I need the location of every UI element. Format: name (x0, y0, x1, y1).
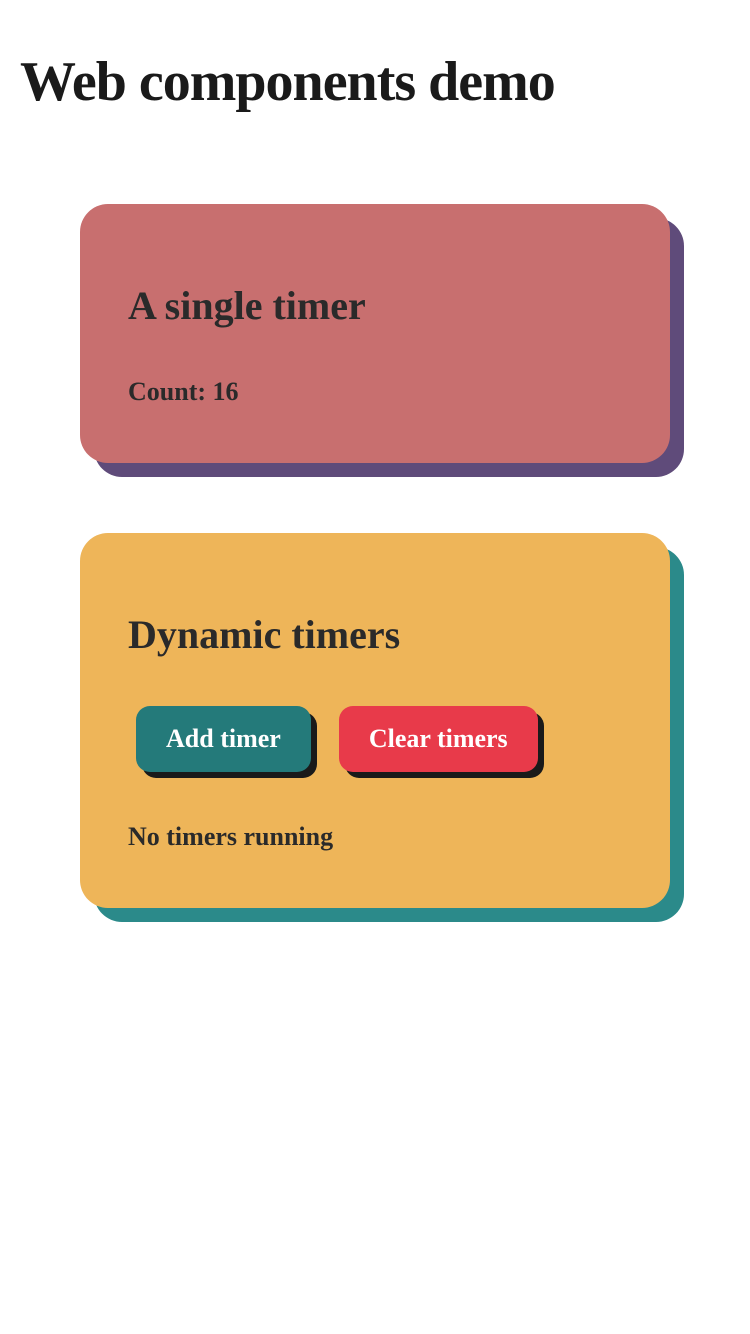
dynamic-timers-card: Dynamic timers Add timer Clear timers No… (80, 533, 670, 908)
add-timer-button[interactable]: Add timer (136, 706, 311, 772)
single-timer-heading: A single timer (128, 282, 622, 329)
card-body: A single timer Count: 16 (80, 204, 670, 463)
single-timer-count: Count: 16 (128, 377, 622, 407)
card-body: Dynamic timers Add timer Clear timers No… (80, 533, 670, 908)
dynamic-timers-status: No timers running (128, 822, 622, 852)
dynamic-timers-heading: Dynamic timers (128, 611, 622, 658)
button-row: Add timer Clear timers (136, 706, 622, 772)
page-title: Web components demo (20, 50, 730, 114)
single-timer-card: A single timer Count: 16 (80, 204, 670, 463)
clear-timers-button[interactable]: Clear timers (339, 706, 538, 772)
